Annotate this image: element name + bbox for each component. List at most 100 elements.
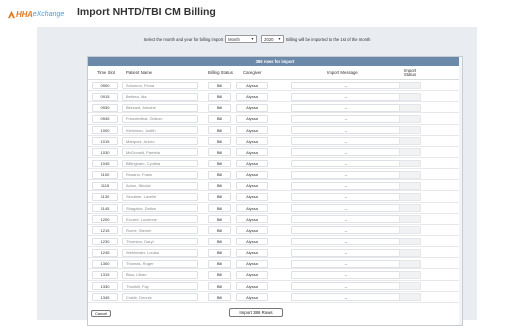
import-status-cell: [399, 293, 421, 302]
table-row: 1045 Billingham, Cynthia Bill Alyssa --: [88, 158, 462, 170]
time-slot-cell: 1330: [92, 282, 118, 290]
billing-period-filter: Select the month and year for billing im…: [37, 34, 477, 44]
caregiver-cell[interactable]: Alyssa: [236, 293, 268, 302]
import-message-cell: --: [291, 137, 401, 146]
patient-name-cell: Solomon, Fiona: [122, 81, 198, 90]
billing-import-table: 386 rows for import Time Slot Patient Na…: [87, 56, 463, 326]
table-row: 1145 Shagalov, Dalton Bill Alyssa --: [88, 203, 462, 214]
column-header-billing-status: Billing Status: [208, 69, 233, 75]
import-message-cell: --: [291, 204, 401, 212]
caregiver-cell[interactable]: Alyssa: [236, 237, 268, 246]
billing-status-cell[interactable]: Bill: [208, 259, 231, 268]
caregiver-cell[interactable]: Alyssa: [236, 193, 268, 201]
hhaexchange-logo[interactable]: HHA eXchange: [7, 8, 64, 20]
table-row: 0930 Blizzard, Antoine Bill Alyssa --: [88, 102, 462, 114]
patient-name-cell: Rome, Steven: [122, 226, 198, 235]
time-slot-cell: 1230: [92, 237, 118, 246]
billing-status-cell[interactable]: Bill: [208, 193, 231, 201]
caregiver-cell[interactable]: Alyssa: [236, 215, 268, 224]
table-row: 1245 Wehlmaier, Louisa Bill Alyssa --: [88, 247, 462, 259]
billing-status-cell[interactable]: Bill: [208, 170, 231, 179]
caregiver-cell[interactable]: Alyssa: [236, 204, 268, 212]
caregiver-cell[interactable]: Alyssa: [236, 137, 268, 146]
time-slot-cell: 1315: [92, 270, 118, 279]
time-slot-cell: 0930: [92, 103, 118, 112]
patient-name-cell: Blizzard, Antoine: [122, 103, 198, 112]
rows-count-banner: 386 rows for import: [88, 57, 462, 66]
billing-status-cell[interactable]: Bill: [208, 226, 231, 235]
time-slot-cell: 1145: [92, 204, 118, 212]
billing-status-cell[interactable]: Bill: [208, 237, 231, 246]
caregiver-cell[interactable]: Alyssa: [236, 170, 268, 179]
caregiver-cell[interactable]: Alyssa: [236, 282, 268, 290]
billing-status-cell[interactable]: Bill: [208, 115, 231, 123]
billing-status-cell[interactable]: Bill: [208, 148, 231, 157]
caregiver-cell[interactable]: Alyssa: [236, 126, 268, 134]
time-slot-cell: 1200: [92, 215, 118, 224]
import-message-cell: --: [291, 270, 401, 279]
caregiver-cell[interactable]: Alyssa: [236, 115, 268, 123]
billing-status-cell[interactable]: Bill: [208, 159, 231, 168]
patient-name-cell: Marquez, Arturo: [122, 137, 198, 146]
import-status-cell: [399, 103, 421, 112]
import-status-cell: [399, 215, 421, 224]
cancel-button[interactable]: Cancel: [91, 310, 112, 317]
import-message-cell: --: [291, 103, 401, 112]
billing-status-cell[interactable]: Bill: [208, 270, 231, 279]
caregiver-cell[interactable]: Alyssa: [236, 103, 268, 112]
month-select[interactable]: Month ▼: [225, 35, 258, 43]
month-select-value: Month: [228, 36, 240, 42]
import-status-cell: [399, 282, 421, 290]
billing-status-cell[interactable]: Bill: [208, 215, 231, 224]
table-scrollbar[interactable]: [459, 57, 462, 325]
table-row: 0945 Freudenthal, Gideon Bill Alyssa --: [88, 113, 462, 125]
billing-status-cell[interactable]: Bill: [208, 81, 231, 90]
caregiver-cell[interactable]: Alyssa: [236, 148, 268, 157]
caregiver-cell[interactable]: Alyssa: [236, 226, 268, 235]
caregiver-cell[interactable]: Alyssa: [236, 248, 268, 257]
table-row: 1130 Sinclaire, Lavelle Bill Alyssa --: [88, 191, 462, 203]
table-row: 1115 Acton, Nikolai Bill Alyssa --: [88, 180, 462, 192]
billing-status-cell[interactable]: Bill: [208, 181, 231, 190]
import-status-cell: [399, 237, 421, 246]
table-row: 1030 McDonald, Pamela Bill Alyssa --: [88, 147, 462, 158]
table-row: 1200 Eccard, Lucienne Bill Alyssa --: [88, 214, 462, 225]
caregiver-cell[interactable]: Alyssa: [236, 270, 268, 279]
caregiver-cell[interactable]: Alyssa: [236, 81, 268, 90]
time-slot-cell: 0900: [92, 81, 118, 90]
billing-status-cell[interactable]: Bill: [208, 92, 231, 101]
import-message-cell: --: [291, 92, 401, 101]
patient-name-cell: McDonald, Pamela: [122, 148, 198, 157]
import-rows-button[interactable]: Import 386 Rows: [229, 308, 283, 317]
import-status-cell: [399, 159, 421, 168]
billing-status-cell[interactable]: Bill: [208, 282, 231, 290]
billing-status-cell[interactable]: Bill: [208, 204, 231, 212]
year-select-value: 2020: [264, 36, 274, 42]
import-status-cell: [399, 148, 421, 157]
import-status-cell: [399, 81, 421, 90]
billing-status-cell[interactable]: Bill: [208, 137, 231, 146]
caregiver-cell[interactable]: Alyssa: [236, 159, 268, 168]
import-status-cell: [399, 248, 421, 257]
time-slot-cell: 1000: [92, 126, 118, 134]
import-message-cell: --: [291, 126, 401, 134]
caregiver-cell[interactable]: Alyssa: [236, 259, 268, 268]
time-slot-cell: 1015: [92, 137, 118, 146]
import-message-cell: --: [291, 237, 401, 246]
billing-status-cell[interactable]: Bill: [208, 248, 231, 257]
billing-status-cell[interactable]: Bill: [208, 293, 231, 302]
billing-status-cell[interactable]: Bill: [208, 126, 231, 134]
year-select[interactable]: 2020 ▼: [261, 35, 285, 43]
import-status-cell: [399, 92, 421, 101]
caregiver-cell[interactable]: Alyssa: [236, 181, 268, 190]
table-row: 0915 Bethea, Ida Bill Alyssa --: [88, 91, 462, 103]
table-row: 1330 Thurlkill, Fay Bill Alyssa --: [88, 281, 462, 292]
caregiver-cell[interactable]: Alyssa: [236, 92, 268, 101]
logo-mark-icon: [7, 10, 16, 19]
billing-status-cell[interactable]: Bill: [208, 103, 231, 112]
patient-name-cell: Bethea, Ida: [122, 92, 198, 101]
time-slot-cell: 1115: [92, 181, 118, 190]
import-message-cell: --: [291, 115, 401, 123]
table-row: 1300 Thomas, Roger Bill Alyssa --: [88, 258, 462, 270]
time-slot-cell: 1345: [92, 293, 118, 302]
